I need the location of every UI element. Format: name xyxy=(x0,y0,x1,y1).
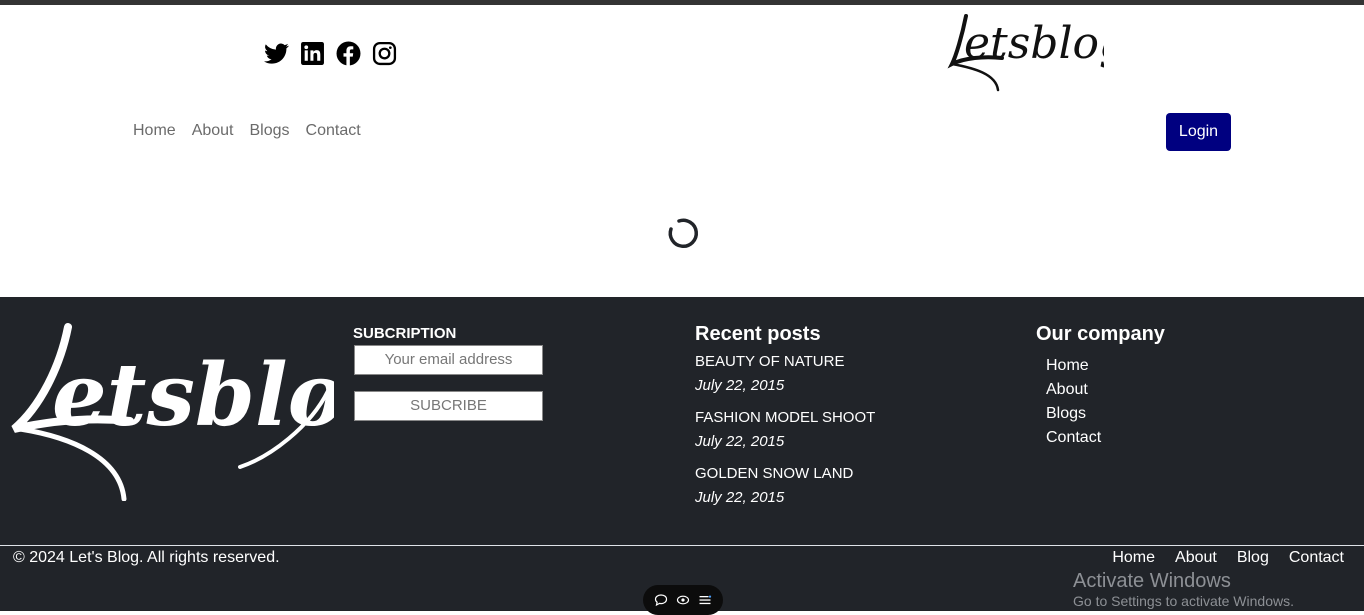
company-link-home[interactable]: Home xyxy=(1046,354,1165,378)
loading-spinner-icon xyxy=(666,217,699,250)
company-link-contact[interactable]: Contact xyxy=(1046,426,1165,450)
nav-blogs[interactable]: Blogs xyxy=(250,122,290,140)
bottom-link-home[interactable]: Home xyxy=(1112,549,1155,567)
post-title[interactable]: GOLDEN SNOW LAND xyxy=(695,466,875,482)
company-link-about[interactable]: About xyxy=(1046,378,1165,402)
facebook-icon[interactable] xyxy=(336,41,361,66)
menu-list-icon[interactable] xyxy=(698,593,712,607)
linkedin-icon[interactable] xyxy=(300,41,325,66)
twitter-icon[interactable] xyxy=(264,41,289,66)
chat-bubble-icon[interactable] xyxy=(654,593,668,607)
copyright: © 2024 Let's Blog. All rights reserved. xyxy=(13,549,280,566)
top-border xyxy=(0,0,1364,5)
bottom-link-blog[interactable]: Blog xyxy=(1237,549,1269,567)
post-title[interactable]: BEAUTY OF NATURE xyxy=(695,354,875,370)
footer-logo[interactable]: etsblog xyxy=(10,317,405,502)
recent-posts: Recent posts BEAUTY OF NATURE July 22, 2… xyxy=(695,323,875,522)
instagram-icon[interactable] xyxy=(372,41,397,66)
activate-windows-watermark: Activate Windows Go to Settings to activ… xyxy=(1073,570,1294,610)
nav-home[interactable]: Home xyxy=(133,122,176,140)
recent-posts-title: Recent posts xyxy=(695,323,821,345)
bottom-link-about[interactable]: About xyxy=(1175,549,1217,567)
activate-subtitle: Go to Settings to activate Windows. xyxy=(1073,593,1294,609)
post-date: July 22, 2015 xyxy=(695,433,785,450)
company-title: Our company xyxy=(1036,323,1165,345)
main-nav: Home About Blogs Contact xyxy=(133,122,361,140)
footer: etsblog SUBCRIPTION Your email address S… xyxy=(0,297,1364,615)
subscribe-button[interactable]: SUBCRIBE xyxy=(354,391,543,421)
activate-title: Activate Windows xyxy=(1073,570,1231,592)
svg-text:etsblog: etsblog xyxy=(964,18,1104,69)
eye-icon[interactable] xyxy=(676,593,690,607)
list-item[interactable]: FASHION MODEL SHOOT July 22, 2015 xyxy=(695,410,875,450)
bottom-link-contact[interactable]: Contact xyxy=(1289,549,1344,567)
site-logo[interactable]: etsblog xyxy=(944,6,1127,94)
post-title[interactable]: FASHION MODEL SHOOT xyxy=(695,410,875,426)
post-date: July 22, 2015 xyxy=(695,489,785,506)
list-item[interactable]: GOLDEN SNOW LAND July 22, 2015 xyxy=(695,466,875,506)
subscription-title: SUBCRIPTION xyxy=(353,325,457,342)
email-input[interactable]: Your email address xyxy=(354,345,543,375)
login-button[interactable]: Login xyxy=(1166,113,1231,151)
post-date: July 22, 2015 xyxy=(695,377,785,394)
list-item[interactable]: BEAUTY OF NATURE July 22, 2015 xyxy=(695,354,875,394)
nav-about[interactable]: About xyxy=(192,122,234,140)
company-link-blogs[interactable]: Blogs xyxy=(1046,402,1165,426)
company-links: Our company Home About Blogs Contact xyxy=(1036,323,1165,450)
bottom-nav: Home About Blog Contact xyxy=(1112,549,1344,567)
svg-text:etsblog: etsblog xyxy=(52,345,334,446)
nav-contact[interactable]: Contact xyxy=(306,122,361,140)
social-links xyxy=(264,41,397,66)
footer-divider xyxy=(0,545,1364,546)
